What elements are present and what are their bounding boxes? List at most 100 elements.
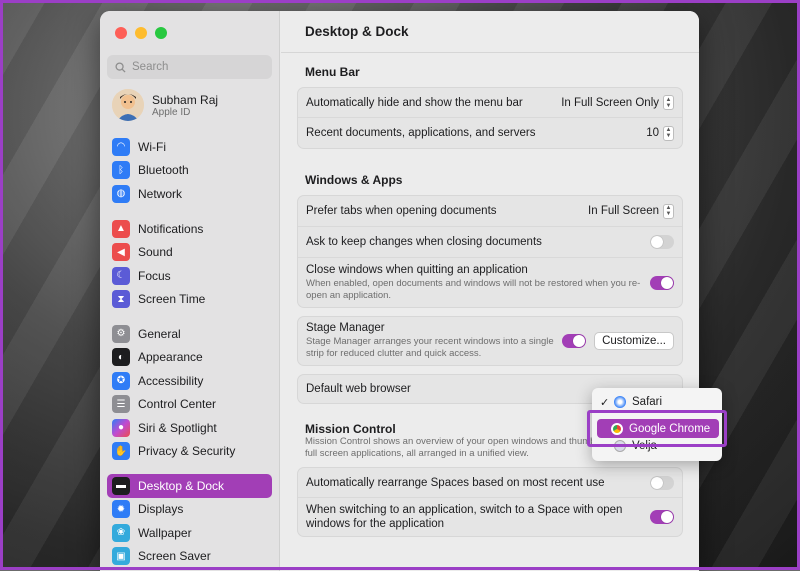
sidebar-item-screen-saver[interactable]: ▣ Screen Saver (107, 545, 272, 569)
prefer-tabs-row: Prefer tabs when opening documents In Fu… (298, 196, 682, 227)
sidebar-item-wifi[interactable]: ◠ Wi-Fi (107, 135, 272, 159)
settings-content[interactable]: Menu Bar Automatically hide and show the… (297, 53, 683, 537)
row-label: Stage Manager (306, 322, 385, 334)
sidebar-item-label: Siri & Spotlight (138, 420, 217, 435)
sidebar-item-bluetooth[interactable]: ᛒ Bluetooth (107, 159, 272, 183)
zoom-window-button[interactable] (155, 27, 167, 39)
windows-apps-group: Prefer tabs when opening documents In Fu… (297, 195, 683, 308)
menu-item-label: Safari (632, 396, 663, 408)
dock-icon: ▬ (112, 476, 130, 495)
row-label: Recent documents, applications, and serv… (306, 127, 536, 139)
sidebar-item-displays[interactable]: ✹ Displays (107, 498, 272, 522)
checkmark-icon: ✓ (600, 396, 610, 409)
stage-manager-toggle[interactable] (562, 334, 587, 348)
customize-button[interactable]: Customize... (594, 332, 674, 350)
sidebar-item-network[interactable]: ◍ Network (107, 182, 272, 206)
sidebar-item-label: Wi-Fi (138, 139, 166, 154)
menu-bar-autohide-row: Automatically hide and show the menu bar… (298, 88, 682, 118)
bluetooth-icon: ᛒ (112, 161, 130, 180)
sidebar-item-desktop-dock[interactable]: ▬ Desktop & Dock (107, 474, 272, 498)
sidebar-item-label: Privacy & Security (138, 444, 236, 459)
chevron-updown-icon: ▲ ▼ (663, 95, 674, 110)
apple-id-account[interactable]: Subham Raj Apple ID (112, 89, 218, 121)
mission-control-description: Mission Control shows an overview of you… (305, 436, 626, 459)
sidebar-item-wallpaper[interactable]: ❀ Wallpaper (107, 521, 272, 545)
sidebar-item-privacy[interactable]: ✋ Privacy & Security (107, 440, 272, 464)
sidebar-item-label: Screen Saver (138, 549, 211, 564)
chevron-updown-icon: ▲ ▼ (663, 125, 674, 141)
sidebar-group-general: ⚙ General ◐ Appearance ✪ Accessibility ☰ Con… (107, 322, 272, 463)
minimize-window-button[interactable] (135, 27, 147, 39)
traffic-lights (115, 27, 167, 39)
switch-space-toggle[interactable] (650, 510, 674, 524)
recent-documents-popup[interactable]: 10 ▲ ▼ (646, 125, 674, 141)
row-label: Default web browser (306, 383, 411, 395)
row-label: Automatically rearrange Spaces based on … (306, 476, 605, 489)
sidebar-item-label: Screen Time (138, 292, 206, 307)
sidebar-item-label: Notifications (138, 221, 204, 236)
main-pane: Desktop & Dock Menu Bar Automatically hi… (281, 11, 699, 571)
close-windows-row: Close windows when quitting an applicati… (298, 258, 682, 307)
sidebar-item-control-center[interactable]: ☰ Control Center (107, 393, 272, 417)
close-windows-toggle[interactable] (650, 275, 674, 290)
search-field[interactable]: Search (107, 55, 272, 79)
prefer-tabs-popup[interactable]: In Full Screen ▲ ▼ (588, 203, 674, 219)
sidebar-item-general[interactable]: ⚙ General (107, 322, 272, 346)
sidebar-item-label: Displays (138, 502, 184, 517)
hourglass-icon: ⧗ (112, 290, 130, 309)
row-label: Prefer tabs when opening documents (306, 205, 497, 217)
screensaver-icon: ▣ (112, 547, 130, 566)
control-center-icon: ☰ (112, 395, 130, 414)
sidebar-item-label: Wallpaper (138, 525, 192, 540)
hand-icon: ✋ (112, 442, 130, 461)
wallpaper-icon: ❀ (112, 523, 130, 542)
system-settings-window: Search Subham Raj Apple ID ◠ Wi-Fi ᛒ Bluet… (100, 11, 699, 571)
sidebar-group-connectivity: ◠ Wi-Fi ᛒ Bluetooth ◍ Network (107, 135, 272, 206)
sidebar-item-notifications[interactable]: ▲ Notifications (107, 217, 272, 241)
menu-bar-autohide-popup[interactable]: In Full Screen Only ▲ ▼ (561, 95, 674, 110)
rearrange-spaces-row: Automatically rearrange Spaces based on … (298, 468, 682, 498)
safari-icon (614, 396, 626, 408)
sidebar-item-sound[interactable]: ◀ Sound (107, 241, 272, 265)
bell-icon: ▲ (112, 219, 130, 238)
popup-value: 10 (646, 127, 659, 139)
globe-icon: ◍ (112, 184, 130, 203)
sidebar-item-appearance[interactable]: ◐ Appearance (107, 346, 272, 370)
section-title-windows-apps: Windows & Apps (305, 173, 403, 187)
sidebar-item-label: Desktop & Dock (138, 478, 225, 493)
rearrange-spaces-toggle[interactable] (650, 475, 674, 490)
sidebar-item-siri[interactable]: ● Siri & Spotlight (107, 416, 272, 440)
sidebar-item-label: Bluetooth (138, 163, 189, 178)
row-label: Ask to keep changes when closing documen… (306, 236, 542, 248)
popup-value: In Full Screen (588, 205, 659, 217)
sidebar-item-label: Network (138, 186, 183, 201)
chevron-updown-icon: ▲ ▼ (663, 203, 674, 219)
popup-value: In Full Screen Only (561, 96, 659, 109)
avatar (112, 89, 144, 121)
sidebar-item-label: Appearance (138, 350, 203, 365)
row-label: Close windows when quitting an applicati… (306, 263, 528, 276)
sidebar-item-screen-time[interactable]: ⧗ Screen Time (107, 288, 272, 312)
sidebar-item-focus[interactable]: ☾ Focus (107, 264, 272, 288)
row-label: Automatically hide and show the menu bar (306, 96, 523, 109)
wifi-icon: ◠ (112, 137, 130, 156)
account-subtitle: Apple ID (152, 106, 191, 118)
sidebar-item-label: Focus (138, 268, 171, 283)
ask-keep-changes-toggle[interactable] (650, 235, 674, 249)
page-title: Desktop & Dock (281, 11, 699, 53)
search-icon (115, 61, 126, 73)
display-icon: ✹ (112, 500, 130, 519)
account-name: Subham Raj (152, 92, 219, 107)
close-window-button[interactable] (115, 27, 127, 39)
search-placeholder: Search (132, 61, 169, 73)
gear-icon: ⚙ (112, 324, 130, 343)
annotation-highlight-box (587, 410, 727, 447)
sidebar-group-desktop: ▬ Desktop & Dock ✹ Displays ❀ Wallpaper ▣ Sc… (107, 474, 272, 568)
row-description: When enabled, open documents and windows… (306, 277, 641, 301)
menu-bar-group: Automatically hide and show the menu bar… (297, 87, 683, 149)
stage-manager-group: Stage Manager Stage Manager arranges you… (297, 316, 683, 366)
sidebar: Search Subham Raj Apple ID ◠ Wi-Fi ᛒ Bluet… (100, 11, 280, 571)
sidebar-item-label: Sound (138, 245, 173, 260)
sidebar-item-label: Control Center (138, 397, 217, 412)
sidebar-item-accessibility[interactable]: ✪ Accessibility (107, 369, 272, 393)
